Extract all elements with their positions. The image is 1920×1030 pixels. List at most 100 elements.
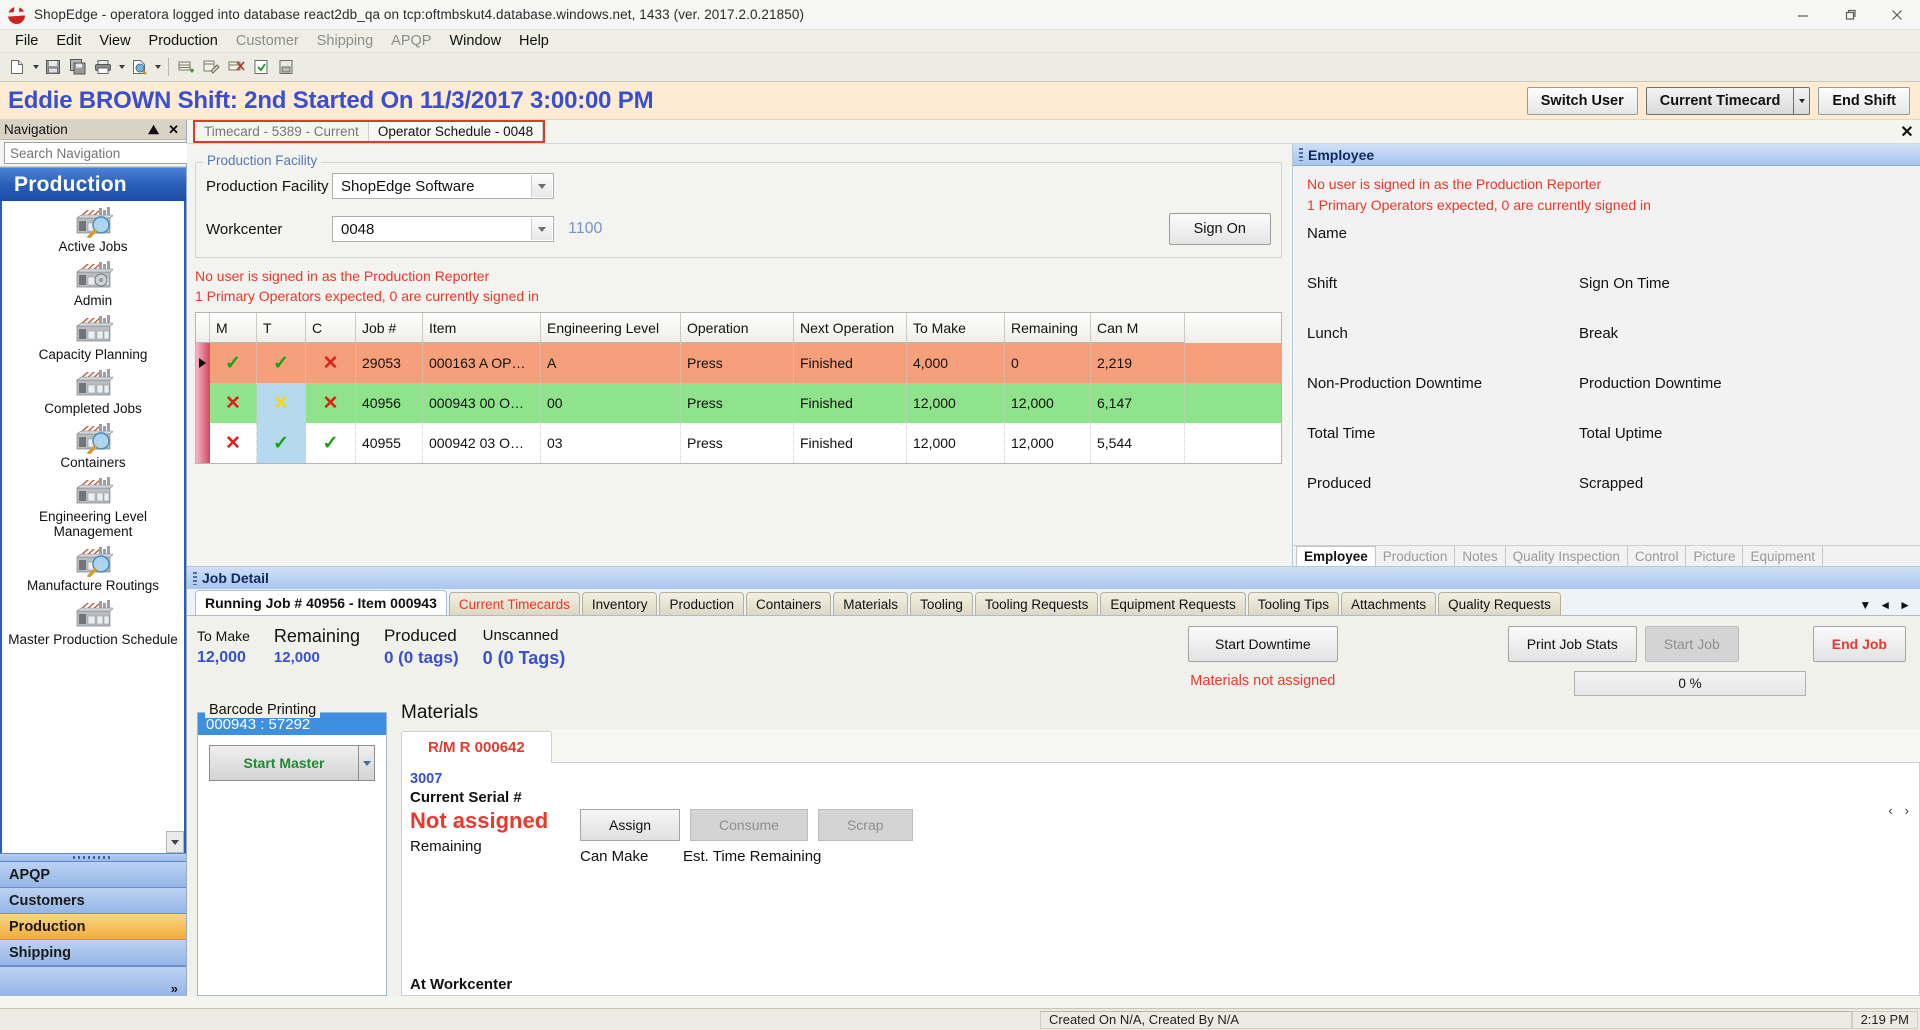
status-flag-t[interactable]: ✓	[257, 343, 306, 383]
navigation-overflow[interactable]: »	[0, 966, 186, 996]
navigation-scroll-down-icon[interactable]	[166, 831, 184, 853]
print-preview-icon[interactable]	[127, 55, 151, 79]
current-timecard-dropdown-icon[interactable]	[1793, 86, 1811, 115]
column-header[interactable]: Remaining	[1005, 313, 1091, 343]
sidebar-item-completed-jobs[interactable]: Completed Jobs	[2, 363, 184, 417]
consume-button[interactable]: Consume	[690, 809, 808, 841]
job-detail-tab-running-job-40956-item-000943[interactable]: Running Job # 40956 - Item 000943	[195, 590, 447, 615]
tab-prev-icon[interactable]: ◄	[1879, 598, 1891, 612]
job-detail-tab-tooling-tips[interactable]: Tooling Tips	[1247, 592, 1340, 615]
switch-user-button[interactable]: Switch User	[1526, 86, 1638, 115]
sidebar-item-active-jobs[interactable]: Active Jobs	[2, 201, 184, 255]
jobs-grid[interactable]: M T C Job # Item Engineering Level Operation Ne…	[195, 312, 1282, 464]
pin-icon[interactable]: ⛰	[148, 122, 159, 138]
column-header[interactable]: T	[257, 313, 306, 343]
table-row[interactable]: ✕ ✓ ✓ 40955 000942 03 O… 03 Press Finished 12,00…	[196, 423, 1281, 463]
commit-icon[interactable]	[249, 55, 273, 79]
delete-record-icon[interactable]	[224, 55, 248, 79]
print-dropdown-icon[interactable]	[116, 55, 127, 79]
chevron-down-icon[interactable]	[531, 175, 552, 197]
production-facility-select[interactable]: ShopEdge Software	[332, 173, 554, 199]
column-header[interactable]: Item	[423, 313, 541, 343]
current-timecard-button[interactable]: Current Timecard	[1645, 86, 1794, 115]
job-detail-tab-containers[interactable]: Containers	[746, 592, 832, 615]
column-header[interactable]: C	[306, 313, 356, 343]
start-downtime-button[interactable]: Start Downtime	[1187, 626, 1338, 662]
employee-tab-quality-inspection[interactable]: Quality Inspection	[1506, 546, 1628, 566]
menu-item-customer[interactable]: Customer	[227, 31, 308, 51]
end-shift-button[interactable]: End Shift	[1818, 86, 1910, 115]
employee-tab-notes[interactable]: Notes	[1455, 546, 1506, 566]
column-header[interactable]: Engineering Level	[541, 313, 681, 343]
row-selector[interactable]	[196, 383, 210, 423]
employee-tab-control[interactable]: Control	[1628, 546, 1687, 566]
status-flag-m[interactable]: ✕	[210, 423, 257, 463]
employee-tab-equipment[interactable]: Equipment	[1743, 546, 1824, 566]
employee-tab-production[interactable]: Production	[1376, 546, 1456, 566]
materials-next-icon[interactable]: ›	[1905, 803, 1909, 818]
menu-item-window[interactable]: Window	[440, 31, 510, 51]
search-input[interactable]	[4, 142, 193, 164]
scrap-button[interactable]: Scrap	[817, 809, 913, 841]
status-flag-m[interactable]: ✕	[210, 383, 257, 423]
start-job-button[interactable]: Start Job	[1644, 626, 1739, 662]
chevron-down-icon[interactable]	[531, 218, 552, 240]
row-selector[interactable]	[196, 343, 210, 383]
menu-item-shipping[interactable]: Shipping	[308, 31, 382, 51]
workcenter-select[interactable]: 0048	[332, 216, 554, 242]
assign-button[interactable]: Assign	[580, 809, 681, 841]
employee-tab-picture[interactable]: Picture	[1686, 546, 1744, 566]
employee-tab-employee[interactable]: Employee	[1296, 546, 1376, 566]
column-header[interactable]: Can M	[1091, 313, 1185, 343]
edit-record-icon[interactable]	[199, 55, 223, 79]
maximize-icon[interactable]	[1826, 0, 1873, 30]
job-detail-tab-inventory[interactable]: Inventory	[581, 592, 658, 615]
menu-item-help[interactable]: Help	[510, 31, 558, 51]
job-detail-tab-current-timecards[interactable]: Current Timecards	[448, 592, 580, 615]
save-all-icon[interactable]	[66, 55, 90, 79]
job-detail-tab-tooling[interactable]: Tooling	[910, 592, 973, 615]
save-icon[interactable]	[41, 55, 65, 79]
start-master-dropdown-icon[interactable]	[359, 745, 376, 781]
sidebar-item-containers[interactable]: Containers	[2, 417, 184, 471]
new-document-dropdown-icon[interactable]	[30, 55, 41, 79]
print-icon[interactable]	[91, 55, 115, 79]
navigation-overflow-icon[interactable]: »	[171, 982, 178, 995]
sidebar-item-admin[interactable]: Admin	[2, 255, 184, 309]
job-detail-tab-quality-requests[interactable]: Quality Requests	[1438, 592, 1561, 615]
menu-item-apqp[interactable]: APQP	[382, 31, 440, 51]
column-header[interactable]: Job #	[356, 313, 423, 343]
status-flag-m[interactable]: ✓	[210, 343, 257, 383]
table-row[interactable]: ✕ ✕ ✕ 40956 000943 00 O… 00 Press Finished 12,00…	[196, 383, 1281, 423]
status-flag-t[interactable]: ✕	[257, 383, 306, 423]
sign-on-button[interactable]: Sign On	[1168, 213, 1271, 245]
document-tab-2[interactable]: Operator Schedule - 0048	[367, 122, 544, 141]
drag-grip-icon[interactable]	[193, 571, 197, 585]
menu-item-file[interactable]: File	[6, 31, 47, 51]
navigation-splitter[interactable]	[0, 853, 186, 862]
status-flag-c[interactable]: ✓	[306, 423, 356, 463]
start-master-button[interactable]: Start Master	[208, 745, 360, 781]
sidebar-item-manufacture-routings[interactable]: Manufacture Routings	[2, 540, 184, 594]
row-selector[interactable]	[196, 423, 210, 463]
sidebar-group-apqp[interactable]: APQP	[0, 862, 186, 888]
column-header[interactable]: M	[210, 313, 257, 343]
tab-next-icon[interactable]: ►	[1899, 598, 1911, 612]
status-flag-t[interactable]: ✓	[257, 423, 306, 463]
job-detail-tab-materials[interactable]: Materials	[833, 592, 909, 615]
status-flag-c[interactable]: ✕	[306, 343, 356, 383]
document-tab-1[interactable]: Timecard - 5389 - Current	[195, 122, 368, 141]
print-preview-dropdown-icon[interactable]	[152, 55, 163, 79]
print-job-stats-button[interactable]: Print Job Stats	[1507, 626, 1637, 662]
materials-prev-icon[interactable]: ‹	[1888, 803, 1892, 818]
add-record-icon[interactable]	[174, 55, 198, 79]
menu-item-view[interactable]: View	[90, 31, 139, 51]
sidebar-item-engineering-level-management[interactable]: Engineering Level Management	[2, 471, 184, 540]
end-job-button[interactable]: End Job	[1812, 626, 1906, 662]
material-tab-rm[interactable]: R/M R 000642	[401, 731, 552, 763]
menu-item-production[interactable]: Production	[140, 31, 227, 51]
drag-grip-icon[interactable]	[1299, 148, 1303, 161]
job-detail-tab-equipment-requests[interactable]: Equipment Requests	[1100, 592, 1246, 615]
table-row[interactable]: ✓ ✓ ✕ 29053 000163 A OP… A Press Finished 4,000 0…	[196, 343, 1281, 383]
minimize-icon[interactable]	[1779, 0, 1826, 30]
